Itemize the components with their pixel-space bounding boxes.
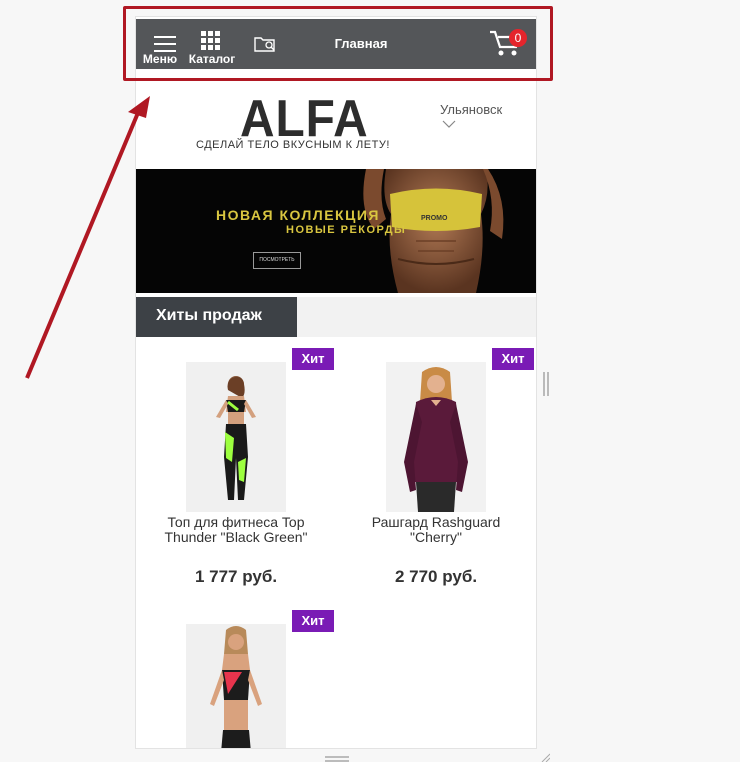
product-image[interactable]	[386, 362, 486, 512]
tab-bestsellers[interactable]: Хиты продаж	[136, 297, 297, 337]
highlight-box	[123, 6, 553, 81]
hit-badge: Хит	[492, 348, 534, 370]
product-name[interactable]: Рашгард Rashguard "Cherry"	[346, 515, 526, 545]
resize-grip-icon[interactable]	[540, 752, 550, 762]
city-selector[interactable]: Ульяновск	[440, 102, 502, 117]
hit-badge: Хит	[292, 610, 334, 632]
product-image[interactable]	[186, 624, 286, 748]
mobile-page-frame: Меню Каталог Главная 0 ALFA СДЕЛАЙ ТЕЛО …	[135, 16, 537, 749]
product-photo-red-set	[186, 624, 286, 748]
banner-subheading: НОВЫЕ РЕКОРДЫ	[286, 224, 407, 236]
banner-heading: НОВАЯ КОЛЛЕКЦИЯ	[216, 207, 380, 223]
hit-badge: Хит	[292, 348, 334, 370]
site-header: ALFA СДЕЛАЙ ТЕЛО ВКУСНЫМ К ЛЕТУ! Ульянов…	[136, 87, 536, 167]
banner-view-button[interactable]: ПОСМОТРЕТЬ	[253, 252, 301, 269]
banner-shirt-text: PROMO	[421, 215, 448, 222]
product-image[interactable]	[186, 362, 286, 512]
product-photo-cherry-rashguard	[386, 362, 486, 512]
product-name[interactable]: Топ для фитнеса Top Thunder "Black Green…	[146, 515, 326, 545]
product-photo-green-set	[186, 362, 286, 512]
product-tabs: Хиты продаж	[136, 297, 536, 337]
bottom-resize-handle[interactable]	[325, 756, 349, 762]
chevron-down-icon[interactable]	[442, 120, 456, 128]
promo-banner[interactable]: PROMO НОВАЯ КОЛЛЕКЦИЯ НОВЫЕ РЕКОРДЫ ПОСМ…	[136, 169, 536, 293]
site-tagline: СДЕЛАЙ ТЕЛО ВКУСНЫМ К ЛЕТУ!	[196, 139, 390, 151]
product-price: 1 777 руб.	[194, 567, 278, 586]
product-price: 2 770 руб.	[394, 567, 478, 586]
scrollbar-handle[interactable]	[543, 372, 549, 396]
